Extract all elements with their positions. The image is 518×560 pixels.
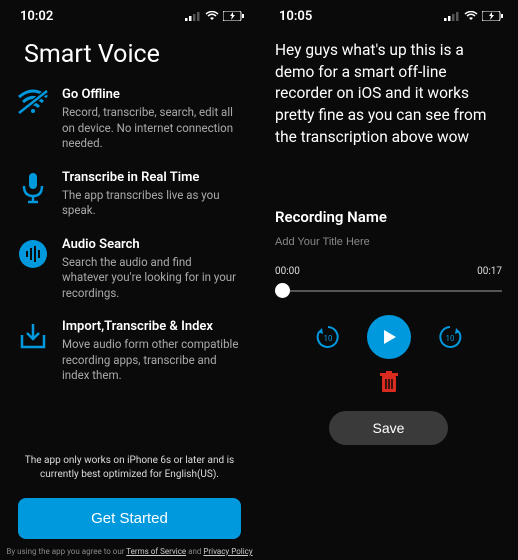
slider-thumb[interactable] bbox=[275, 283, 290, 298]
delete-button[interactable] bbox=[379, 371, 399, 397]
onboarding-screen: 10:02 Smart Voice Go Offline Record, tra… bbox=[0, 0, 259, 560]
app-title: Smart Voice bbox=[24, 40, 259, 69]
battery-icon bbox=[223, 11, 245, 21]
compatibility-note: The app only works on iPhone 6s or later… bbox=[0, 454, 259, 482]
signal-icon bbox=[185, 11, 201, 21]
status-time: 10:02 bbox=[20, 9, 53, 24]
play-button[interactable] bbox=[367, 315, 411, 359]
import-icon bbox=[16, 319, 50, 384]
audio-search-icon bbox=[16, 237, 50, 302]
microphone-icon bbox=[16, 170, 50, 219]
time-row: 00:00 00:17 bbox=[275, 266, 502, 277]
skip-forward-button[interactable]: 10 bbox=[435, 322, 465, 352]
svg-text:10: 10 bbox=[445, 334, 454, 343]
get-started-button[interactable]: Get Started bbox=[18, 498, 241, 539]
feature-heading: Transcribe in Real Time bbox=[62, 170, 241, 185]
transcript-text: Hey guys what's up this is a demo for a … bbox=[259, 26, 518, 148]
feature-item: Audio Search Search the audio and find w… bbox=[16, 237, 241, 302]
signal-icon bbox=[444, 11, 460, 21]
feature-body: Record, transcribe, search, edit all on … bbox=[62, 105, 241, 152]
status-time: 10:05 bbox=[279, 9, 312, 24]
save-button[interactable]: Save bbox=[329, 411, 449, 445]
recording-screen: 10:05 Hey guys what's up this is a demo … bbox=[259, 0, 518, 560]
feature-item: Import,Transcribe & Index Move audio for… bbox=[16, 319, 241, 384]
recording-name-label: Recording Name bbox=[275, 208, 502, 226]
playback-slider[interactable] bbox=[275, 281, 502, 301]
feature-heading: Audio Search bbox=[62, 237, 241, 252]
time-current: 00:00 bbox=[275, 266, 300, 277]
feature-item: Go Offline Record, transcribe, search, e… bbox=[16, 87, 241, 152]
feature-item: Transcribe in Real Time The app transcri… bbox=[16, 170, 241, 219]
wifi-icon bbox=[205, 11, 219, 21]
legal-and: and bbox=[186, 547, 203, 556]
wifi-icon bbox=[464, 11, 478, 21]
feature-heading: Import,Transcribe & Index bbox=[62, 319, 241, 334]
wifi-off-icon bbox=[16, 87, 50, 152]
feature-body: Search the audio and find whatever you'r… bbox=[62, 255, 241, 302]
status-bar: 10:02 bbox=[0, 0, 259, 26]
status-icons bbox=[444, 11, 504, 21]
status-icons bbox=[185, 11, 245, 21]
legal-prefix: By using the app you agree to our bbox=[6, 547, 126, 556]
legal-text: By using the app you agree to our Terms … bbox=[0, 547, 259, 560]
feature-body: The app transcribes live as you speak. bbox=[62, 188, 241, 219]
play-icon bbox=[380, 328, 398, 346]
time-total: 00:17 bbox=[477, 266, 502, 277]
status-bar: 10:05 bbox=[259, 0, 518, 26]
feature-heading: Go Offline bbox=[62, 87, 241, 102]
skip-back-button[interactable]: 10 bbox=[313, 322, 343, 352]
feature-body: Move audio form other compatible recordi… bbox=[62, 337, 241, 384]
terms-link[interactable]: Terms of Service bbox=[126, 547, 186, 556]
feature-list: Go Offline Record, transcribe, search, e… bbox=[0, 87, 259, 454]
recording-name-input[interactable] bbox=[275, 236, 502, 248]
svg-text:10: 10 bbox=[323, 334, 332, 343]
privacy-link[interactable]: Privacy Policy bbox=[203, 547, 252, 556]
trash-icon bbox=[379, 371, 399, 393]
battery-icon bbox=[482, 11, 504, 21]
